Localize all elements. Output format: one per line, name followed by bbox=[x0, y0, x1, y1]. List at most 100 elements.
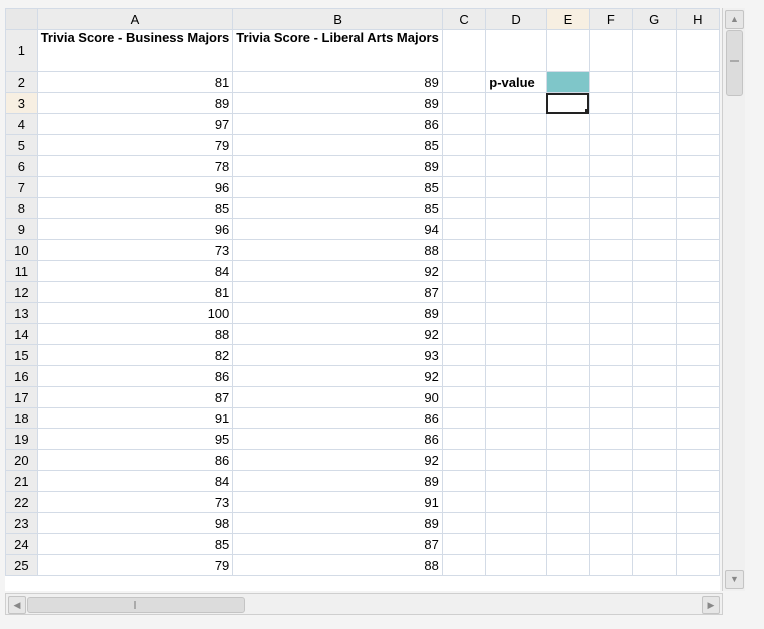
cell-b[interactable]: 89 bbox=[232, 512, 443, 534]
cell-c[interactable] bbox=[441, 302, 487, 324]
cell-d[interactable] bbox=[485, 512, 547, 534]
cell-e[interactable] bbox=[545, 428, 590, 450]
cell-e[interactable] bbox=[545, 365, 590, 387]
cell-c[interactable] bbox=[441, 281, 487, 303]
cell-g[interactable] bbox=[631, 218, 677, 240]
cell-h[interactable] bbox=[675, 344, 720, 366]
cell-f[interactable] bbox=[588, 386, 633, 408]
cell-h[interactable] bbox=[675, 554, 720, 576]
cell-h[interactable] bbox=[675, 407, 720, 429]
row-header[interactable]: 22 bbox=[5, 491, 38, 513]
cell-f[interactable] bbox=[588, 512, 633, 534]
p-value-cell[interactable] bbox=[545, 71, 590, 93]
cell-e[interactable] bbox=[545, 323, 590, 345]
cell-b[interactable]: 94 bbox=[232, 218, 443, 240]
cell-c[interactable] bbox=[441, 470, 487, 492]
cell-b[interactable]: 86 bbox=[232, 428, 443, 450]
cell-e[interactable] bbox=[545, 449, 590, 471]
cell-b[interactable]: 85 bbox=[232, 134, 443, 156]
column-header-h[interactable]: H bbox=[675, 8, 720, 30]
cell-c[interactable] bbox=[441, 155, 487, 177]
cell-g[interactable] bbox=[631, 386, 677, 408]
cell-d[interactable] bbox=[485, 365, 547, 387]
row-header[interactable]: 7 bbox=[5, 176, 38, 198]
cell-f[interactable] bbox=[588, 491, 633, 513]
column-header-b[interactable]: B bbox=[232, 8, 443, 30]
cell-f[interactable] bbox=[588, 449, 633, 471]
fill-handle[interactable] bbox=[584, 109, 589, 113]
cell-g[interactable] bbox=[631, 71, 677, 93]
cell-a[interactable]: 85 bbox=[36, 197, 234, 219]
cell-c[interactable] bbox=[441, 491, 487, 513]
cell-f[interactable] bbox=[588, 71, 633, 93]
cell-g[interactable] bbox=[631, 92, 677, 114]
cell-b[interactable]: 88 bbox=[232, 554, 443, 576]
cell-b[interactable]: 87 bbox=[232, 281, 443, 303]
row-header[interactable]: 9 bbox=[5, 218, 38, 240]
row-header[interactable]: 19 bbox=[5, 428, 38, 450]
cell-d1[interactable] bbox=[485, 29, 547, 72]
cell-d[interactable] bbox=[485, 554, 547, 576]
row-header[interactable]: 24 bbox=[5, 533, 38, 555]
cell-a[interactable]: 81 bbox=[36, 281, 234, 303]
cell-a[interactable]: 97 bbox=[36, 113, 234, 135]
column-header-e[interactable]: E bbox=[545, 8, 590, 30]
row-header[interactable]: 16 bbox=[5, 365, 38, 387]
cell-d[interactable] bbox=[485, 533, 547, 555]
cell-g[interactable] bbox=[631, 512, 677, 534]
cell-d[interactable] bbox=[485, 386, 547, 408]
cell-e[interactable] bbox=[545, 407, 590, 429]
cell-b[interactable]: 85 bbox=[232, 197, 443, 219]
cell-a[interactable]: 81 bbox=[36, 71, 234, 93]
cell-c[interactable] bbox=[441, 113, 487, 135]
cell-f[interactable] bbox=[588, 281, 633, 303]
row-header[interactable]: 10 bbox=[5, 239, 38, 261]
cell-c[interactable] bbox=[441, 71, 487, 93]
cell-a[interactable]: 73 bbox=[36, 491, 234, 513]
cell-h[interactable] bbox=[675, 197, 720, 219]
vertical-scrollbar[interactable]: ▲ ▼ bbox=[722, 8, 745, 591]
cell-f[interactable] bbox=[588, 92, 633, 114]
cell-a[interactable]: 96 bbox=[36, 218, 234, 240]
cell-f[interactable] bbox=[588, 407, 633, 429]
cell-b[interactable]: 89 bbox=[232, 155, 443, 177]
cell-h[interactable] bbox=[675, 155, 720, 177]
cell-h[interactable] bbox=[675, 134, 720, 156]
cell-a[interactable]: 73 bbox=[36, 239, 234, 261]
cell-h[interactable] bbox=[675, 176, 720, 198]
row-header[interactable]: 17 bbox=[5, 386, 38, 408]
cell-c[interactable] bbox=[441, 323, 487, 345]
cell-h[interactable] bbox=[675, 260, 720, 282]
cell-h[interactable] bbox=[675, 512, 720, 534]
cell-b1[interactable]: Trivia Score - Liberal Arts Majors bbox=[232, 29, 443, 72]
cell-c[interactable] bbox=[441, 386, 487, 408]
cell-b[interactable]: 89 bbox=[232, 470, 443, 492]
cell-e1[interactable] bbox=[545, 29, 590, 72]
horizontal-scroll-thumb[interactable] bbox=[27, 597, 245, 613]
cell-h[interactable] bbox=[675, 491, 720, 513]
cell-a[interactable]: 84 bbox=[36, 260, 234, 282]
cell-f[interactable] bbox=[588, 533, 633, 555]
row-header[interactable]: 8 bbox=[5, 197, 38, 219]
cell-b[interactable]: 89 bbox=[232, 92, 443, 114]
cell-d[interactable] bbox=[485, 281, 547, 303]
cell-c[interactable] bbox=[441, 365, 487, 387]
cell-c[interactable] bbox=[441, 344, 487, 366]
cell-d[interactable] bbox=[485, 113, 547, 135]
cell-f[interactable] bbox=[588, 155, 633, 177]
cell-g[interactable] bbox=[631, 260, 677, 282]
horizontal-scrollbar[interactable]: ◀ ▶ bbox=[5, 593, 723, 615]
cell-d[interactable] bbox=[485, 323, 547, 345]
cell-d[interactable] bbox=[485, 260, 547, 282]
selected-cell[interactable] bbox=[545, 92, 590, 114]
cell-d[interactable] bbox=[485, 92, 547, 114]
cell-a[interactable]: 100 bbox=[36, 302, 234, 324]
cell-f[interactable] bbox=[588, 323, 633, 345]
cell-a[interactable]: 91 bbox=[36, 407, 234, 429]
cell-d[interactable] bbox=[485, 155, 547, 177]
cell-d[interactable] bbox=[485, 491, 547, 513]
cell-g[interactable] bbox=[631, 449, 677, 471]
scroll-left-icon[interactable]: ◀ bbox=[8, 596, 26, 614]
cell-g[interactable] bbox=[631, 113, 677, 135]
row-header[interactable]: 1 bbox=[5, 29, 38, 72]
